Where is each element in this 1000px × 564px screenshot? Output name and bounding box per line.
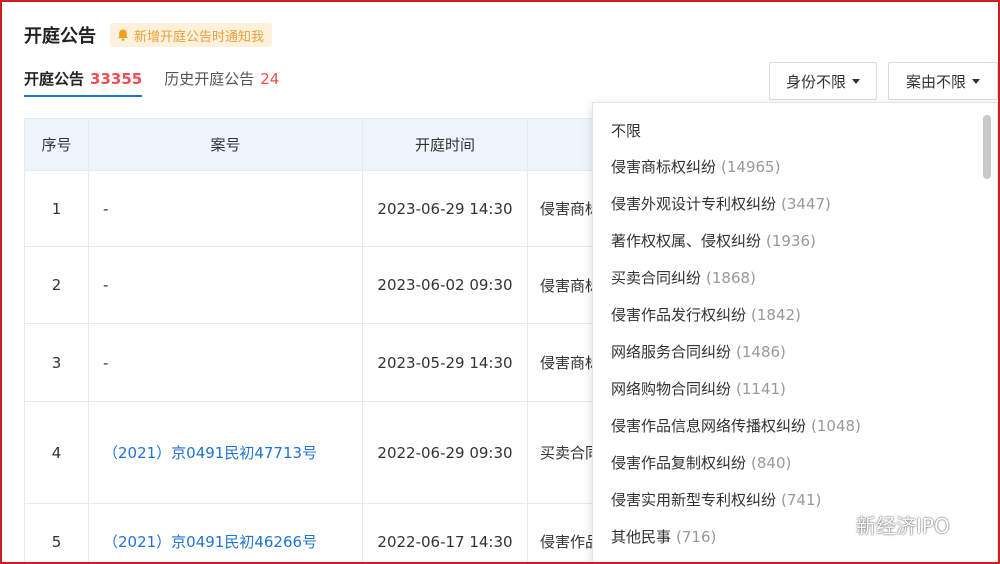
tab-history-notices[interactable]: 历史开庭公告 24 xyxy=(164,68,279,97)
dropdown-item-count: (1141) xyxy=(736,380,786,398)
wechat-icon xyxy=(821,514,849,534)
dropdown-item[interactable]: 侵害实用新型专利权纠纷 (741) xyxy=(611,489,821,510)
dropdown-item[interactable]: 侵害外观设计专利权纠纷 (3447) xyxy=(611,193,831,214)
column-header-case-no: 案号 xyxy=(88,118,363,171)
dropdown-item-label: 侵害外观设计专利权纠纷 xyxy=(611,195,777,213)
table-row: 3 - 2023-05-29 14:30 侵害商标 xyxy=(24,323,648,402)
column-header-seq: 序号 xyxy=(24,118,89,171)
identity-filter-select[interactable]: 身份不限 xyxy=(769,62,877,100)
dropdown-item-count: (1048) xyxy=(811,417,861,435)
case-number-link[interactable]: （2021）京0491民初46266号 xyxy=(103,533,317,551)
bell-icon xyxy=(118,29,128,41)
dropdown-item-count: (741) xyxy=(781,491,822,509)
watermark: 新经济IPO xyxy=(820,510,950,539)
case-number-link[interactable]: （2021）京0491民初47713号 xyxy=(103,444,317,462)
cell-time: 2022-06-29 09:30 xyxy=(362,401,528,504)
page-title: 开庭公告 xyxy=(24,26,96,47)
dropdown-item-any[interactable]: 不限 xyxy=(611,120,646,141)
watermark-text: 新经济IPO xyxy=(856,514,950,538)
dropdown-item-count: (1842) xyxy=(751,306,801,324)
dropdown-item[interactable]: 买卖合同纠纷 (1868) xyxy=(611,267,756,288)
tab-count: 24 xyxy=(260,70,280,88)
dropdown-item-label: 网络服务合同纠纷 xyxy=(611,343,732,361)
cell-time: 2023-06-02 09:30 xyxy=(362,246,528,324)
dropdown-item-count: (1868) xyxy=(706,269,756,287)
identity-filter-label: 身份不限 xyxy=(785,72,846,91)
dropdown-item[interactable]: 侵害作品信息网络传播权纠纷 (1048) xyxy=(611,415,861,436)
tab-court-notices[interactable]: 开庭公告 33355 xyxy=(24,68,143,97)
tab-label: 开庭公告 xyxy=(24,70,85,88)
cell-case-no: - xyxy=(88,246,363,324)
notify-label: 新增开庭公告时通知我 xyxy=(134,29,265,45)
table-row: 4 （2021）京0491民初47713号 2022-06-29 09:30 买… xyxy=(24,401,648,504)
dropdown-item-count: (14965) xyxy=(721,158,781,176)
dropdown-item[interactable]: 网络购物合同纠纷 (1141) xyxy=(611,378,786,399)
dropdown-item-label: 不限 xyxy=(611,122,642,140)
dropdown-item[interactable]: 其他民事 (716) xyxy=(611,526,716,547)
table-row: 1 - 2023-06-29 14:30 侵害商标 xyxy=(24,170,648,247)
dropdown-item-label: 著作权权属、侵权纠纷 xyxy=(611,232,762,250)
title-row: 开庭公告 新增开庭公告时通知我 xyxy=(24,22,273,48)
dropdown-item-count: (716) xyxy=(676,528,717,546)
column-header-time: 开庭时间 xyxy=(362,118,528,171)
dropdown-item-label: 侵害商标权纠纷 xyxy=(611,158,717,176)
caret-down-icon xyxy=(852,78,860,84)
cell-case-no: - xyxy=(88,170,363,247)
tab-bar: 开庭公告 33355 历史开庭公告 24 xyxy=(24,68,301,97)
tab-count: 33355 xyxy=(90,70,143,88)
cause-dropdown-menu: 不限 侵害商标权纠纷 (14965) 侵害外观设计专利权纠纷 (3447) 著作权权… xyxy=(592,102,998,562)
cause-filter-select[interactable]: 案由不限 xyxy=(888,62,998,100)
page-frame: 开庭公告 新增开庭公告时通知我 开庭公告 33355 历史开庭公告 24 身份不限 … xyxy=(0,0,1000,564)
dropdown-item-label: 其他民事 xyxy=(611,528,672,546)
cell-case-no: （2021）京0491民初46266号 xyxy=(88,503,363,562)
dropdown-item-label: 侵害作品信息网络传播权纠纷 xyxy=(611,417,807,435)
dropdown-scrollbar[interactable] xyxy=(983,115,991,179)
cause-filter-label: 案由不限 xyxy=(905,72,966,91)
dropdown-item[interactable]: 侵害作品复制权纠纷 (840) xyxy=(611,452,791,473)
dropdown-item-label: 侵害实用新型专利权纠纷 xyxy=(611,491,777,509)
dropdown-item-label: 买卖合同纠纷 xyxy=(611,269,702,287)
table-row: 2 - 2023-06-02 09:30 侵害商标 xyxy=(24,246,648,324)
dropdown-item-label: 侵害作品发行权纠纷 xyxy=(611,306,747,324)
dropdown-item-count: (3447) xyxy=(781,195,831,213)
cell-time: 2022-06-17 14:30 xyxy=(362,503,528,562)
table-header-row: 序号 案号 开庭时间 xyxy=(24,118,648,171)
cell-seq: 1 xyxy=(24,170,89,247)
table-row: 5 （2021）京0491民初46266号 2022-06-17 14:30 侵… xyxy=(24,503,648,562)
dropdown-item-label: 侵害作品复制权纠纷 xyxy=(611,454,747,472)
dropdown-item-count: (1486) xyxy=(736,343,786,361)
dropdown-item-label: 网络购物合同纠纷 xyxy=(611,380,732,398)
notice-table: 序号 案号 开庭时间 1 - 2023-06-29 14:30 侵害商标 2 -… xyxy=(24,118,648,562)
cell-case-no: - xyxy=(88,323,363,402)
cell-time: 2023-05-29 14:30 xyxy=(362,323,528,402)
cell-case-no: （2021）京0491民初47713号 xyxy=(88,401,363,504)
cell-seq: 2 xyxy=(24,246,89,324)
dropdown-item[interactable]: 侵害作品发行权纠纷 (1842) xyxy=(611,304,801,325)
dropdown-item[interactable]: 著作权权属、侵权纠纷 (1936) xyxy=(611,230,816,251)
cell-seq: 4 xyxy=(24,401,89,504)
cell-time: 2023-06-29 14:30 xyxy=(362,170,528,247)
cell-seq: 5 xyxy=(24,503,89,562)
tab-label: 历史开庭公告 xyxy=(164,70,255,88)
dropdown-item-count: (1936) xyxy=(766,232,816,250)
dropdown-item[interactable]: 侵害商标权纠纷 (14965) xyxy=(611,156,780,177)
dropdown-item[interactable]: 网络服务合同纠纷 (1486) xyxy=(611,341,786,362)
notify-button[interactable]: 新增开庭公告时通知我 xyxy=(110,23,273,47)
dropdown-item-count: (840) xyxy=(751,454,792,472)
caret-down-icon xyxy=(972,78,980,84)
cell-seq: 3 xyxy=(24,323,89,402)
